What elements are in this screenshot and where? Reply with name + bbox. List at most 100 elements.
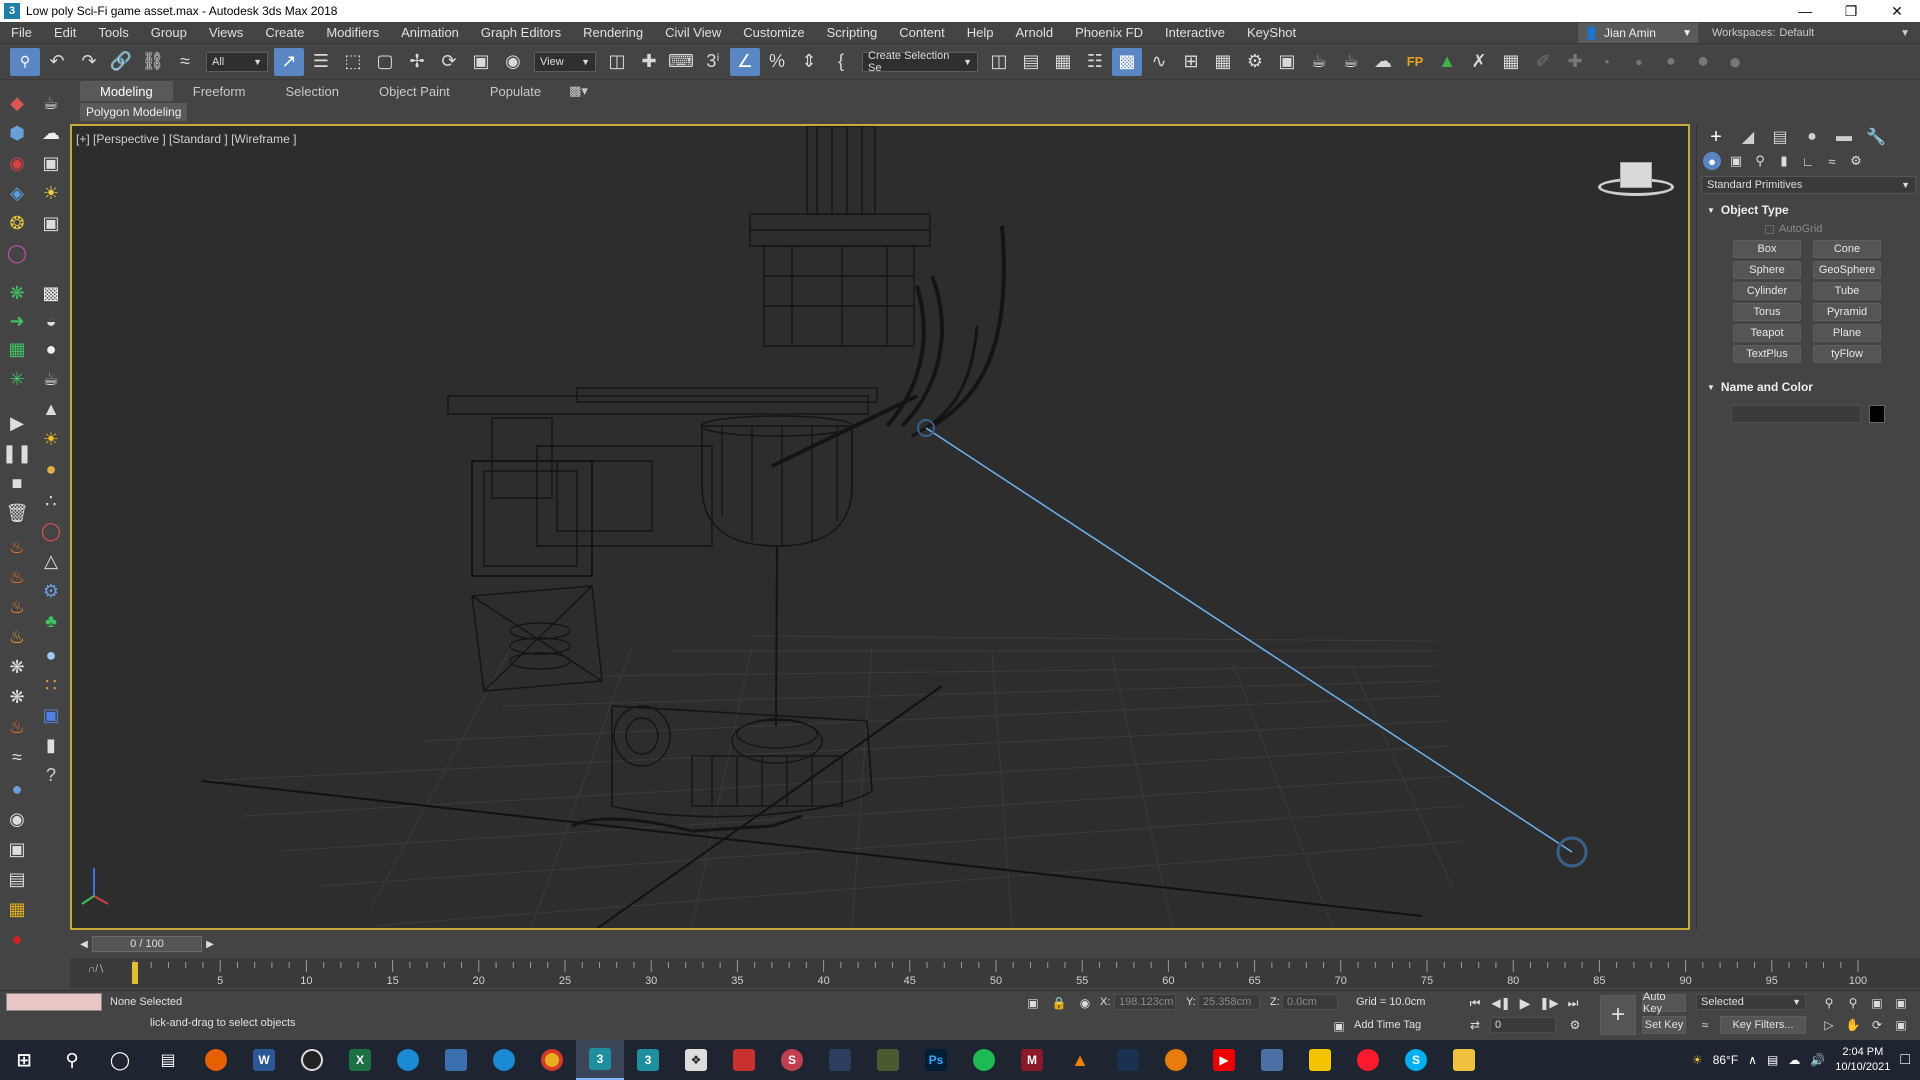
obs-icon[interactable] <box>288 1040 336 1080</box>
object-color-swatch[interactable] <box>1869 405 1885 423</box>
bind-space-warp-icon[interactable]: ≈ <box>170 48 200 76</box>
set-key-button[interactable]: Set Key <box>1642 1016 1686 1034</box>
tray-chevron-icon[interactable]: ∧ <box>1748 1053 1757 1067</box>
sun-icon[interactable]: ☀ <box>38 426 64 452</box>
menu-civil-view[interactable]: Civil View <box>654 25 732 40</box>
select-by-name-icon[interactable]: ☰ <box>306 48 336 76</box>
delete-icon[interactable]: 🗑 <box>4 500 30 526</box>
sphere-small-plugin-icon[interactable]: ● <box>1624 48 1654 76</box>
lights-icon[interactable]: ⚲ <box>1751 152 1769 170</box>
play-icon[interactable]: ▶ <box>1516 994 1534 1012</box>
blender-icon[interactable] <box>1152 1040 1200 1080</box>
flame-icon[interactable]: ♨ <box>4 624 30 650</box>
menu-file[interactable]: File <box>0 25 43 40</box>
torus-button[interactable]: Torus <box>1733 303 1801 321</box>
zoom-icon[interactable]: ⚲ <box>1820 994 1838 1012</box>
cone-button[interactable]: Cone <box>1813 240 1881 258</box>
key-mode-toggle-icon[interactable]: ⇄ <box>1466 1016 1484 1034</box>
field-of-view-icon[interactable]: ▷ <box>1820 1016 1838 1034</box>
cloud-icon[interactable]: ☁ <box>1788 1053 1800 1067</box>
polygon-modeling-button[interactable]: Polygon Modeling <box>80 103 188 121</box>
helpers-icon[interactable]: ∟ <box>1799 152 1817 170</box>
rotate-icon[interactable]: ⟳ <box>434 48 464 76</box>
cylinder-gold-icon[interactable]: ▦ <box>4 896 30 922</box>
fluid-icon[interactable]: ≈ <box>4 744 30 770</box>
spinner-snap-icon[interactable]: ⇕ <box>794 48 824 76</box>
place-icon[interactable]: ◉ <box>498 48 528 76</box>
set-key-big-button[interactable]: + <box>1600 995 1636 1035</box>
go-to-end-icon[interactable]: ⏭ <box>1564 994 1582 1012</box>
keyboard-shortcut-icon[interactable]: ⌨ <box>666 48 696 76</box>
fire-alt-icon[interactable]: ♨ <box>4 564 30 590</box>
sphere-gold-icon[interactable]: ● <box>38 456 64 482</box>
dots-color-icon[interactable]: ∷ <box>38 672 64 698</box>
notifications-icon[interactable]: □ <box>1900 1051 1910 1069</box>
maxscript-listener[interactable] <box>6 993 102 1011</box>
pyramid-button[interactable]: Pyramid <box>1813 303 1881 321</box>
time-tag-icon[interactable]: ▣ <box>1330 1017 1348 1035</box>
autogrid-checkbox[interactable]: AutoGrid <box>1701 220 1916 238</box>
mirror-icon[interactable]: ◫ <box>984 48 1014 76</box>
light-icon[interactable]: ☀ <box>38 180 64 206</box>
3ds-max-alt-icon[interactable]: 3 <box>624 1040 672 1080</box>
tab-freeform[interactable]: Freeform <box>173 81 266 101</box>
pan-icon[interactable]: ✋ <box>1844 1016 1862 1034</box>
default-tangents-icon[interactable]: ≈ <box>1696 1016 1714 1034</box>
zoom-extents-all-icon[interactable]: ▣ <box>1892 994 1910 1012</box>
arrow-right-icon[interactable]: ➜ <box>4 308 30 334</box>
tab-modeling[interactable]: Modeling <box>80 81 173 101</box>
help-icon[interactable]: ? <box>38 762 64 788</box>
previous-frame-arrow-icon[interactable]: ◀ <box>76 936 92 952</box>
menu-graph-editors[interactable]: Graph Editors <box>470 25 572 40</box>
3ds-max-icon[interactable]: 3 <box>576 1040 624 1080</box>
key-mode-dropdown[interactable]: Selected ▼ <box>1696 994 1806 1010</box>
systems-icon[interactable]: ⚙ <box>1847 152 1865 170</box>
next-key-icon[interactable]: ❚▶ <box>1539 994 1558 1012</box>
textplus-button[interactable]: TextPlus <box>1733 345 1801 363</box>
viewcube[interactable] <box>1598 156 1674 206</box>
bridge-icon[interactable] <box>864 1040 912 1080</box>
dome-icon[interactable]: ◒ <box>38 308 64 334</box>
track-bar[interactable]: 5 10 15 20 25 30 35 40 45 50 55 60 65 70 75 80 85 90 95 100… <box>70 958 1920 988</box>
user-account-dropdown[interactable]: 👤 Jian Amin ▼ <box>1578 23 1698 43</box>
weather-temp[interactable]: 86°F <box>1713 1053 1738 1067</box>
jar-icon[interactable]: ▣ <box>4 836 30 862</box>
select-object-icon[interactable]: ↗ <box>274 47 304 76</box>
menu-views[interactable]: Views <box>198 25 254 40</box>
drum-icon[interactable]: ▤ <box>4 866 30 892</box>
transform-plugin-icon[interactable]: ✚ <box>1560 48 1590 76</box>
spotify-icon[interactable] <box>960 1040 1008 1080</box>
brush-plugin-icon[interactable]: ✐ <box>1528 48 1558 76</box>
auto-key-button[interactable]: Auto Key <box>1642 991 1686 1015</box>
pivot-center-icon[interactable]: ◫ <box>602 48 632 76</box>
helper-icon[interactable]: ❂ <box>4 210 30 236</box>
render-in-cloud-icon[interactable]: ☁ <box>1368 48 1398 76</box>
ribbon-options-icon[interactable]: ▩▾ <box>561 81 596 101</box>
shapes-icon[interactable]: ▣ <box>1727 152 1745 170</box>
add-time-tag-button[interactable]: Add Time Tag <box>1354 1019 1421 1031</box>
undo-icon[interactable]: ↶ <box>42 48 72 76</box>
particles-icon[interactable]: ∴ <box>38 488 64 514</box>
tab-populate[interactable]: Populate <box>470 81 561 101</box>
cone-icon[interactable]: ▲ <box>38 396 64 422</box>
swirl-alt-icon[interactable]: ❋ <box>4 684 30 710</box>
menu-edit[interactable]: Edit <box>43 25 87 40</box>
calculator-icon[interactable] <box>1248 1040 1296 1080</box>
named-selection-set-dropdown[interactable]: Create Selection Se ▼ <box>862 50 978 74</box>
minimize-button[interactable]: — <box>1782 0 1828 22</box>
previous-key-icon[interactable]: ◀❚ <box>1491 994 1510 1012</box>
next-frame-arrow-icon[interactable]: ▶ <box>202 936 218 952</box>
redo-icon[interactable]: ↷ <box>74 48 104 76</box>
pipe-icon[interactable]: ◯ <box>38 518 64 544</box>
motion-tab-icon[interactable]: ● <box>1801 126 1823 148</box>
tab-selection[interactable]: Selection <box>266 81 359 101</box>
fp-plugin-icon[interactable]: FP <box>1400 48 1430 76</box>
panel-icon[interactable]: ▩ <box>38 280 64 306</box>
tyflow-button[interactable]: tyFlow <box>1813 345 1881 363</box>
player-icon[interactable] <box>1296 1040 1344 1080</box>
time-slider[interactable]: ◀ 0 / 100 ▶ <box>70 934 1920 954</box>
teapot-button[interactable]: Teapot <box>1733 324 1801 342</box>
move-icon[interactable]: ✢ <box>402 48 432 76</box>
menu-scripting[interactable]: Scripting <box>816 25 889 40</box>
marvelous-icon[interactable]: ❖ <box>672 1040 720 1080</box>
